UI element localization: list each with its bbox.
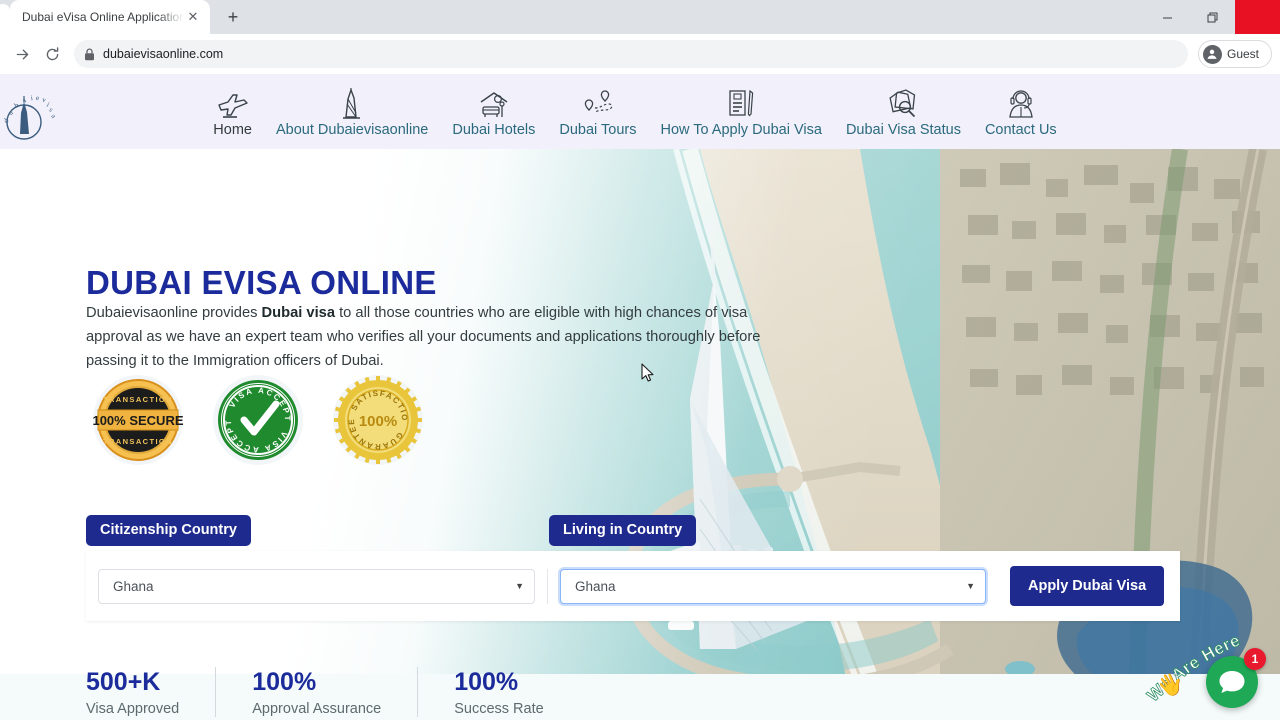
citizenship-selected-value: Ghana xyxy=(113,578,154,594)
stat-number: 100% xyxy=(252,668,317,696)
tabstrip-left-edge xyxy=(0,0,10,34)
stat-caption: Approval Assurance xyxy=(252,701,382,718)
hero-content: DUBAI EVISA ONLINE Dubaievisaonline prov… xyxy=(0,149,1280,720)
window-controls xyxy=(1145,0,1280,34)
site-logo[interactable]: d u b a i e v i s a xyxy=(2,82,62,144)
nav-links: Home About Dubaievisaonline Dubai Hotels… xyxy=(201,86,1078,138)
tab-strip: Dubai eVisa Online Application F ✕ + xyxy=(0,0,1280,34)
trust-badges: 100% SECURE TRANSACTION TRANSACTION VISA… xyxy=(88,367,428,471)
nav-label: Contact Us xyxy=(984,121,1057,138)
nav-item-tours[interactable]: Dubai Tours xyxy=(547,86,648,138)
citizenship-country-select[interactable]: Ghana ▼ xyxy=(98,568,535,604)
forward-button[interactable] xyxy=(8,40,36,68)
badge-top-text: TRANSACTION xyxy=(103,395,173,404)
apply-button-wrap: Apply Dubai Visa xyxy=(998,566,1180,606)
nav-item-home[interactable]: Home xyxy=(201,86,264,138)
svg-text:s: s xyxy=(47,106,54,114)
stat-number: 500+K xyxy=(86,668,161,696)
svg-text:e: e xyxy=(36,94,40,102)
secure-transaction-badge: 100% SECURE TRANSACTION TRANSACTION xyxy=(88,374,188,471)
browser-window: Dubai eVisa Online Application F ✕ + dub… xyxy=(0,0,1280,720)
waving-hand-icon: 👋 xyxy=(1156,672,1184,697)
reload-icon xyxy=(46,46,58,60)
minimize-icon xyxy=(1163,17,1172,18)
page-title: DUBAI EVISA ONLINE xyxy=(86,264,437,301)
living-field-wrap: Ghana ▼ xyxy=(548,568,998,604)
stat-item: 100% Approval Assurance xyxy=(252,667,419,718)
close-button[interactable] xyxy=(1235,0,1280,34)
visa-application-form: Ghana ▼ Ghana ▼ Apply Dubai Visa xyxy=(86,551,1180,621)
nav-item-about[interactable]: About Dubaievisaonline xyxy=(264,86,440,138)
nav-label: Dubai Tours xyxy=(559,121,637,138)
page-viewport: d u b a i e v i s a Home About Dubaievis… xyxy=(0,74,1280,720)
svg-text:a: a xyxy=(49,112,58,120)
browser-toolbar: dubaievisaonline.com Guest xyxy=(0,34,1280,74)
citizenship-field-wrap: Ghana ▼ xyxy=(86,568,548,604)
citizenship-country-label: Citizenship Country xyxy=(86,515,251,546)
hero-paragraph-before: Dubaievisaonline provides xyxy=(86,305,262,321)
svg-text:i: i xyxy=(30,94,33,102)
chevron-down-icon: ▼ xyxy=(515,581,524,591)
svg-text:d: d xyxy=(2,117,11,125)
document-pen-icon xyxy=(724,86,758,120)
nav-item-hotels[interactable]: Dubai Hotels xyxy=(440,86,547,138)
stat-caption: Visa Approved xyxy=(86,701,180,718)
nav-label: Home xyxy=(213,121,252,138)
chat-widget: We Are Here 👋 1 xyxy=(1144,608,1274,718)
satisfaction-guarantee-badge: 100% SATISFACTION GUARANTEE xyxy=(324,367,428,471)
reload-button[interactable] xyxy=(38,40,66,68)
nav-item-how-to-apply[interactable]: How To Apply Dubai Visa xyxy=(648,86,833,138)
browser-tab[interactable]: Dubai eVisa Online Application F ✕ xyxy=(10,0,210,34)
nav-label: How To Apply Dubai Visa xyxy=(660,121,822,138)
site-navigation: d u b a i e v i s a Home About Dubaievis… xyxy=(0,74,1280,149)
url-text: dubaievisaonline.com xyxy=(103,47,224,61)
lock-icon xyxy=(85,47,94,60)
svg-text:a: a xyxy=(21,96,27,105)
documents-search-icon xyxy=(885,86,921,120)
badge-main-text: 100% SECURE xyxy=(92,413,183,428)
apply-dubai-visa-button[interactable]: Apply Dubai Visa xyxy=(1010,566,1165,606)
mouse-cursor xyxy=(641,363,655,388)
nav-label: About Dubaievisaonline xyxy=(275,121,429,138)
profile-button[interactable]: Guest xyxy=(1197,40,1272,68)
chat-unread-badge: 1 xyxy=(1244,648,1266,670)
nav-item-visa-status[interactable]: Dubai Visa Status xyxy=(834,86,973,138)
living-selected-value: Ghana xyxy=(575,578,616,594)
airplane-icon xyxy=(215,86,251,120)
headset-agent-icon xyxy=(1005,86,1037,120)
stat-item: 500+K Visa Approved xyxy=(86,667,217,718)
badge-bottom-text: TRANSACTION xyxy=(103,437,173,446)
nav-label: Dubai Visa Status xyxy=(845,121,961,138)
hotel-bed-icon xyxy=(476,86,512,120)
map-pin-route-icon xyxy=(581,86,615,120)
badge-main-text: 100% xyxy=(359,413,397,430)
stat-caption: Success Rate xyxy=(454,701,544,718)
living-country-select[interactable]: Ghana ▼ xyxy=(560,568,986,604)
minimize-button[interactable] xyxy=(1145,0,1190,34)
nav-label: Dubai Hotels xyxy=(452,121,536,138)
nav-item-contact-us[interactable]: Contact Us xyxy=(973,86,1069,138)
stats-row: 500+K Visa Approved 100% Approval Assura… xyxy=(86,667,616,718)
hero-paragraph: Dubaievisaonline provides Dubai visa to … xyxy=(86,302,792,374)
maximize-button[interactable] xyxy=(1190,0,1235,34)
chevron-down-icon: ▼ xyxy=(966,581,975,591)
restore-icon xyxy=(1207,12,1218,22)
address-bar[interactable]: dubaievisaonline.com xyxy=(74,40,1188,68)
new-tab-button[interactable]: + xyxy=(219,3,247,31)
avatar-icon xyxy=(1202,44,1222,64)
stat-item: 100% Success Rate xyxy=(454,667,579,717)
arrow-right-icon xyxy=(16,49,28,59)
stat-number: 100% xyxy=(454,668,519,696)
profile-label: Guest xyxy=(1226,47,1259,61)
burj-al-arab-icon xyxy=(337,86,367,120)
living-in-country-label: Living in Country xyxy=(549,515,697,546)
svg-text:v: v xyxy=(41,96,47,105)
chat-bubble-icon xyxy=(1219,671,1245,693)
visa-accepted-badge: VISA ACCEPTED VISA ACCEPTED xyxy=(204,367,308,471)
tab-title: Dubai eVisa Online Application F xyxy=(22,10,184,24)
tab-close-icon[interactable]: ✕ xyxy=(184,8,202,26)
hero-paragraph-bold: Dubai visa xyxy=(261,305,336,321)
